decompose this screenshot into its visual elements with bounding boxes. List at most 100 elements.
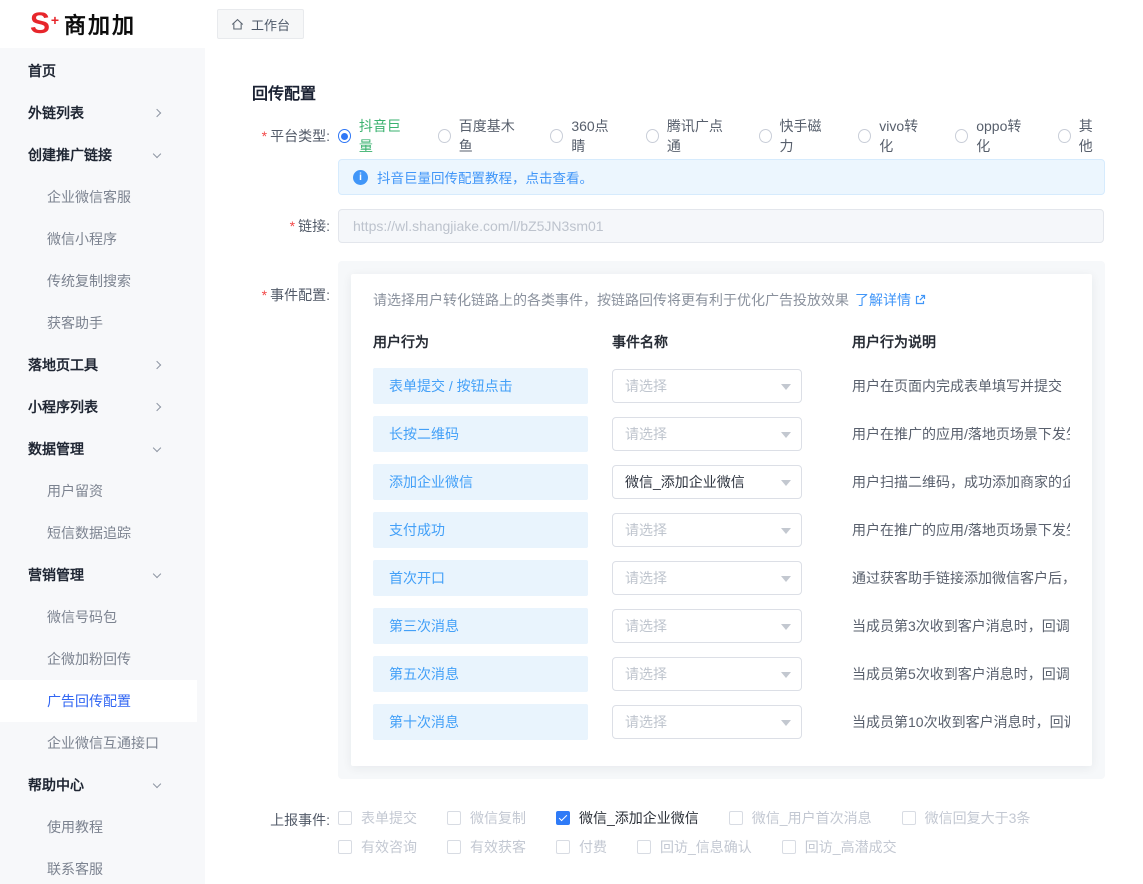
platform-radio[interactable]: 腾讯广点通	[646, 116, 731, 156]
chevron-icon	[153, 443, 161, 451]
event-select-value: 请选择	[625, 376, 667, 396]
sidebar-item[interactable]: 企业微信客服	[0, 176, 205, 218]
sidebar-item[interactable]: 用户留资	[0, 470, 205, 512]
radio-label: oppo转化	[976, 116, 1030, 156]
platform-radio[interactable]: 360点睛	[550, 116, 618, 156]
external-link-icon	[914, 294, 926, 306]
event-select[interactable]: 请选择	[612, 609, 802, 643]
checkbox-label: 微信_添加企业微信	[579, 808, 699, 828]
report-checkbox[interactable]: 回访_高潜成交	[782, 837, 897, 857]
sidebar-item[interactable]: 获客助手	[0, 302, 205, 344]
behavior-chip[interactable]: 第三次消息	[373, 608, 588, 644]
caret-down-icon	[781, 720, 791, 726]
logo-plus-icon: +	[51, 5, 59, 35]
sidebar-item[interactable]: 微信号码包	[0, 596, 205, 638]
sidebar-item[interactable]: 微信小程序	[0, 218, 205, 260]
report-checkbox[interactable]: 微信复制	[447, 808, 526, 828]
platform-radio[interactable]: 抖音巨量	[338, 116, 410, 156]
radio-icon	[338, 129, 351, 143]
sidebar-item[interactable]: 落地页工具	[0, 344, 205, 386]
sidebar-item[interactable]: 帮助中心	[0, 764, 205, 806]
behavior-chip-label: 表单提交 / 按钮点击	[389, 376, 513, 396]
sidebar-item[interactable]: 创建推广链接	[0, 134, 205, 176]
report-checkbox[interactable]: 微信_添加企业微信	[556, 808, 699, 828]
report-checkbox[interactable]: 付费	[556, 837, 607, 857]
checkbox-label: 微信回复大于3条	[925, 808, 1031, 828]
platform-radio[interactable]: oppo转化	[955, 116, 1030, 156]
sidebar-item-label: 企业微信客服	[47, 187, 131, 207]
event-row: 表单提交 / 按钮点击 请选择 用户在页面内完成表单填写并提交	[373, 368, 1070, 404]
event-row: 第三次消息 请选择 当成员第3次收到客户消息时，回调此事...	[373, 608, 1070, 644]
event-row: 支付成功 请选择 用户在推广的应用/落地页场景下发生交...	[373, 512, 1070, 548]
behavior-chip[interactable]: 长按二维码	[373, 416, 588, 452]
behavior-desc: 用户在推广的应用/落地页场景下发生的...	[852, 424, 1070, 444]
platform-radio[interactable]: 其他	[1058, 116, 1104, 156]
report-checkbox[interactable]: 回访_信息确认	[637, 837, 752, 857]
sidebar-item-label: 用户留资	[47, 481, 103, 501]
sidebar-item-label: 企业微信互通接口	[47, 733, 159, 753]
sidebar-item[interactable]: 数据管理	[0, 428, 205, 470]
behavior-chip[interactable]: 首次开口	[373, 560, 588, 596]
event-select[interactable]: 请选择	[612, 657, 802, 691]
sidebar-item-label: 传统复制搜索	[47, 271, 131, 291]
sidebar-item[interactable]: 联系客服	[0, 848, 205, 884]
info-icon: i	[353, 170, 368, 185]
platform-radio[interactable]: 快手磁力	[759, 116, 831, 156]
report-checkbox[interactable]: 有效获客	[447, 837, 526, 857]
sidebar-item[interactable]: 营销管理	[0, 554, 205, 596]
behavior-chip[interactable]: 第五次消息	[373, 656, 588, 692]
report-checkbox[interactable]: 微信_用户首次消息	[729, 808, 872, 828]
behavior-chip[interactable]: 支付成功	[373, 512, 588, 548]
sidebar-item[interactable]: 小程序列表	[0, 386, 205, 428]
sidebar-item-label: 短信数据追踪	[47, 523, 131, 543]
platform-radio[interactable]: 百度基木鱼	[438, 116, 523, 156]
events-card: 请选择用户转化链路上的各类事件，按链路回传将更有利于优化广告投放效果 了解详情 …	[351, 274, 1092, 766]
event-select[interactable]: 请选择	[612, 513, 802, 547]
event-select-value: 请选择	[625, 424, 667, 444]
behavior-chip-label: 支付成功	[389, 520, 445, 540]
event-select[interactable]: 请选择	[612, 369, 802, 403]
sidebar-item[interactable]: 企微加粉回传	[0, 638, 205, 680]
sidebar-item[interactable]: 使用教程	[0, 806, 205, 848]
radio-icon	[1058, 129, 1071, 143]
event-select-value: 请选择	[625, 616, 667, 636]
behavior-desc: 当成员第10次收到客户消息时，回调此事...	[852, 712, 1070, 732]
behavior-chip[interactable]: 添加企业微信	[373, 464, 588, 500]
event-select[interactable]: 微信_添加企业微信	[612, 465, 802, 499]
event-row: 第五次消息 请选择 当成员第5次收到客户消息时，回调此事...	[373, 656, 1070, 692]
checkbox-icon	[447, 811, 461, 825]
checkbox-icon	[338, 840, 352, 854]
checkbox-icon	[637, 840, 651, 854]
link-input[interactable]	[338, 209, 1104, 243]
behavior-chip[interactable]: 表单提交 / 按钮点击	[373, 368, 588, 404]
info-banner: i 抖音巨量回传配置教程，点击查看。	[338, 159, 1105, 195]
learn-more-link[interactable]: 了解详情	[855, 290, 926, 310]
sidebar-item[interactable]: 企业微信互通接口	[0, 722, 205, 764]
sidebar-item-label: 联系客服	[47, 859, 103, 879]
event-select[interactable]: 请选择	[612, 561, 802, 595]
sidebar-item[interactable]: 传统复制搜索	[0, 260, 205, 302]
caret-down-icon	[781, 528, 791, 534]
sidebar-item-label: 微信号码包	[47, 607, 117, 627]
sidebar-item[interactable]: 短信数据追踪	[0, 512, 205, 554]
sidebar-item[interactable]: 首页	[0, 50, 205, 92]
event-select[interactable]: 请选择	[612, 705, 802, 739]
behavior-desc: 当成员第3次收到客户消息时，回调此事...	[852, 616, 1070, 636]
report-checkbox[interactable]: 表单提交	[338, 808, 417, 828]
tutorial-link[interactable]: 抖音巨量回传配置教程，点击查看。	[377, 167, 593, 187]
events-table-header: 用户行为 事件名称 用户行为说明	[373, 332, 1070, 352]
behavior-chip[interactable]: 第十次消息	[373, 704, 588, 740]
sidebar-item[interactable]: 外链列表	[0, 92, 205, 134]
report-checkbox[interactable]: 有效咨询	[338, 837, 417, 857]
event-select-value: 微信_添加企业微信	[625, 472, 745, 492]
report-checkbox[interactable]: 微信回复大于3条	[902, 808, 1031, 828]
events-row: *事件配置: 请选择用户转化链路上的各类事件，按链路回传将更有利于优化广告投放效…	[252, 261, 1104, 779]
event-select-value: 请选择	[625, 520, 667, 540]
sidebar-item[interactable]: 广告回传配置	[0, 680, 197, 722]
platform-radio[interactable]: vivo转化	[858, 116, 927, 156]
sidebar-item-label: 营销管理	[28, 565, 84, 585]
event-select[interactable]: 请选择	[612, 417, 802, 451]
sidebar-item-label: 微信小程序	[47, 229, 117, 249]
tab-workspace[interactable]: 工作台	[217, 9, 304, 39]
tab-workspace-label: 工作台	[251, 15, 290, 34]
